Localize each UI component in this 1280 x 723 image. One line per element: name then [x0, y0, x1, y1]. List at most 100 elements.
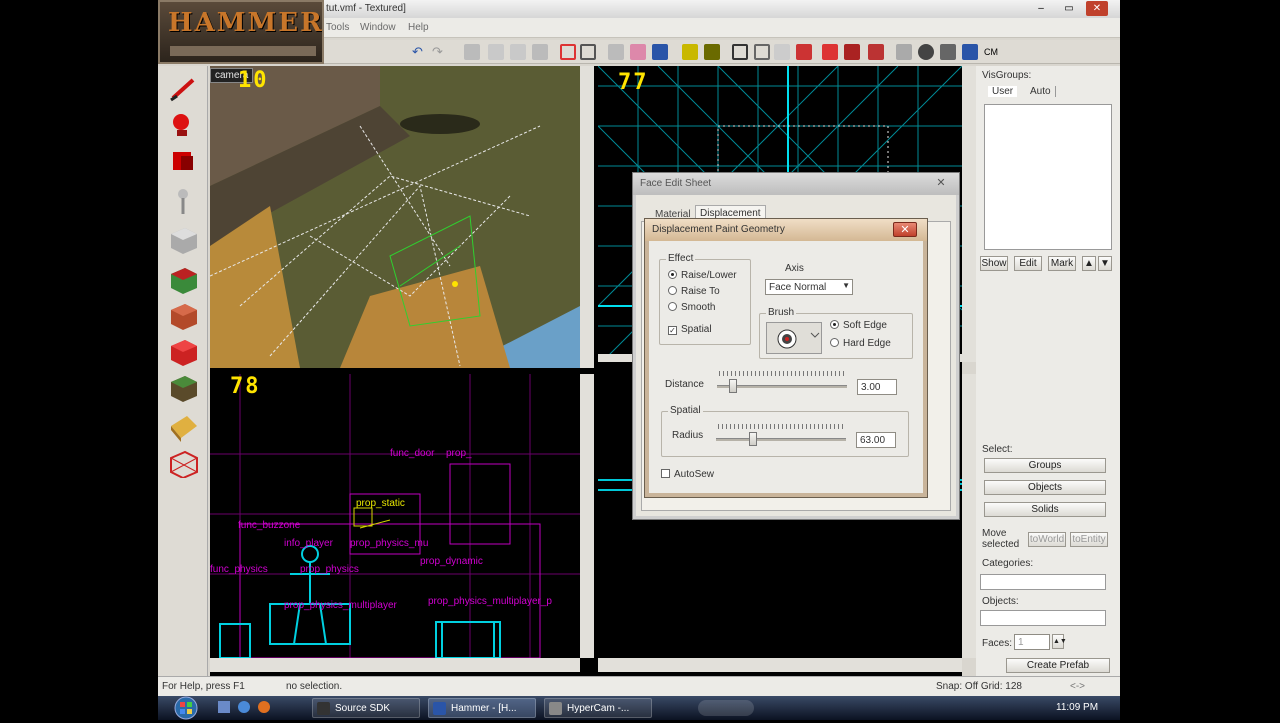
task-hammer[interactable]: Hammer - [H... [428, 698, 536, 718]
show-button[interactable]: Show [980, 256, 1008, 271]
objects-label: Objects: [982, 596, 1019, 607]
run-map-icon[interactable] [822, 44, 838, 60]
block-tool-icon[interactable] [167, 224, 199, 254]
visgroups-list[interactable] [984, 104, 1112, 250]
cordon-icon[interactable] [918, 44, 934, 60]
select-objects-button[interactable]: Objects [984, 480, 1106, 495]
distance-slider-thumb[interactable] [729, 379, 738, 393]
cut-icon[interactable] [608, 44, 624, 60]
mark-button[interactable]: Mark [1048, 256, 1076, 271]
select-groups-button[interactable]: Groups [984, 458, 1106, 473]
clip-tool-icon[interactable] [167, 412, 199, 442]
hide-icon[interactable] [682, 44, 698, 60]
horizontal-scrollbar[interactable] [210, 658, 580, 672]
radius-slider-thumb[interactable] [748, 432, 757, 446]
system-tray-icons[interactable] [778, 700, 938, 716]
categories-dropdown[interactable] [980, 574, 1106, 590]
radius-input[interactable]: 63.00 [856, 432, 896, 448]
apply-texture-icon[interactable] [167, 300, 199, 330]
save-window-icon[interactable] [962, 44, 978, 60]
radius-slider[interactable] [716, 438, 846, 441]
minimize-button[interactable]: – [1030, 1, 1052, 16]
maximize-button[interactable]: ▭ [1058, 1, 1080, 16]
tie-icon[interactable] [532, 44, 548, 60]
spatial-checkbox[interactable]: ✓ Spatial [668, 324, 712, 335]
undo-icon[interactable]: ↶ [412, 44, 428, 60]
menu-help[interactable]: Help [408, 22, 429, 33]
vertical-scrollbar[interactable] [580, 66, 594, 368]
autosew-checkbox[interactable]: AutoSew [661, 469, 714, 480]
texture-tool-icon[interactable] [167, 264, 199, 294]
magnify-tool-icon[interactable] [167, 110, 199, 140]
tab-auto[interactable]: Auto [1026, 86, 1056, 97]
to-entity-button[interactable]: toEntity [1070, 532, 1108, 547]
entity-label: prop_physics [300, 564, 359, 575]
group-icon[interactable] [488, 44, 504, 60]
selection-tool-icon[interactable] [167, 74, 199, 104]
hard-edge-radio[interactable]: Hard Edge [830, 338, 891, 349]
check-problems-icon[interactable] [868, 44, 884, 60]
vertical-scrollbar[interactable] [962, 66, 976, 362]
select-icon[interactable] [732, 44, 748, 60]
flip-icon[interactable] [796, 44, 812, 60]
load-window-icon[interactable] [940, 44, 956, 60]
camera-viewport[interactable]: camera 10 [210, 66, 580, 368]
tab-user[interactable]: User [988, 86, 1018, 97]
grid-icon[interactable] [754, 44, 770, 60]
entity-report-icon[interactable] [844, 44, 860, 60]
firefox-icon[interactable] [258, 701, 270, 713]
show-icon[interactable] [704, 44, 720, 60]
task-hypercam[interactable]: HyperCam -... [544, 698, 652, 718]
media-controls[interactable] [698, 700, 754, 716]
start-button[interactable] [166, 696, 206, 720]
ungroup-icon[interactable] [510, 44, 526, 60]
entity-label: func_physics [210, 564, 268, 575]
axis-label: Axis [785, 263, 804, 274]
side-view-viewport[interactable]: 78 func_door prop_ prop_static func_buzz… [210, 374, 580, 658]
decal-tool-icon[interactable] [167, 336, 199, 366]
ie-icon[interactable] [238, 701, 250, 713]
menu-tools[interactable]: Tools [326, 22, 349, 33]
texture-lock-icon[interactable] [560, 44, 576, 60]
axis-dropdown[interactable]: Face Normal ▼ [765, 279, 853, 295]
select-label: Select: [982, 444, 1013, 455]
smooth-radio[interactable]: Smooth [668, 302, 715, 313]
close-icon[interactable]: ✕ [929, 176, 953, 191]
brush-preview[interactable] [766, 322, 822, 354]
overlay-tool-icon[interactable] [167, 372, 199, 402]
select-solids-button[interactable]: Solids [984, 502, 1106, 517]
edit-button[interactable]: Edit [1014, 256, 1042, 271]
snap-icon[interactable] [774, 44, 790, 60]
entity-tool-icon[interactable] [167, 186, 199, 216]
to-world-button[interactable]: toWorld [1028, 532, 1066, 547]
carve-icon[interactable] [464, 44, 480, 60]
task-source-sdk[interactable]: Source SDK [312, 698, 420, 718]
faces-input[interactable]: 1 [1014, 634, 1050, 650]
create-prefab-button[interactable]: Create Prefab [1006, 658, 1110, 673]
texture-app-icon[interactable] [580, 44, 596, 60]
move-up-icon[interactable]: ▲ [1082, 256, 1096, 271]
redo-icon[interactable]: ↷ [432, 44, 448, 60]
vertical-scrollbar[interactable] [580, 374, 594, 658]
disp-paint-title: Displacement Paint Geometry [652, 224, 785, 235]
copy-icon[interactable] [630, 44, 646, 60]
show-desktop-icon[interactable] [218, 701, 230, 713]
close-icon[interactable]: ✕ [893, 222, 917, 237]
raise-lower-radio[interactable]: Raise/Lower [668, 270, 737, 281]
horizontal-scrollbar[interactable] [598, 658, 962, 672]
scissors-icon[interactable] [896, 44, 912, 60]
cm-icon[interactable]: CM [984, 44, 1000, 60]
move-down-icon[interactable]: ▼ [1098, 256, 1112, 271]
camera-tool-icon[interactable] [167, 146, 199, 176]
close-window-button[interactable]: ✕ [1086, 1, 1108, 16]
faces-spinner-icon[interactable]: ▲▼ [1052, 634, 1067, 649]
distance-ticks [719, 371, 845, 376]
vertical-scrollbar[interactable] [962, 374, 976, 658]
raise-to-radio[interactable]: Raise To [668, 286, 720, 297]
objects-dropdown[interactable] [980, 610, 1106, 626]
paste-icon[interactable] [652, 44, 668, 60]
soft-edge-radio[interactable]: Soft Edge [830, 320, 887, 331]
distance-input[interactable]: 3.00 [857, 379, 897, 395]
menu-window[interactable]: Window [360, 22, 396, 33]
vertex-tool-icon[interactable] [167, 448, 199, 480]
